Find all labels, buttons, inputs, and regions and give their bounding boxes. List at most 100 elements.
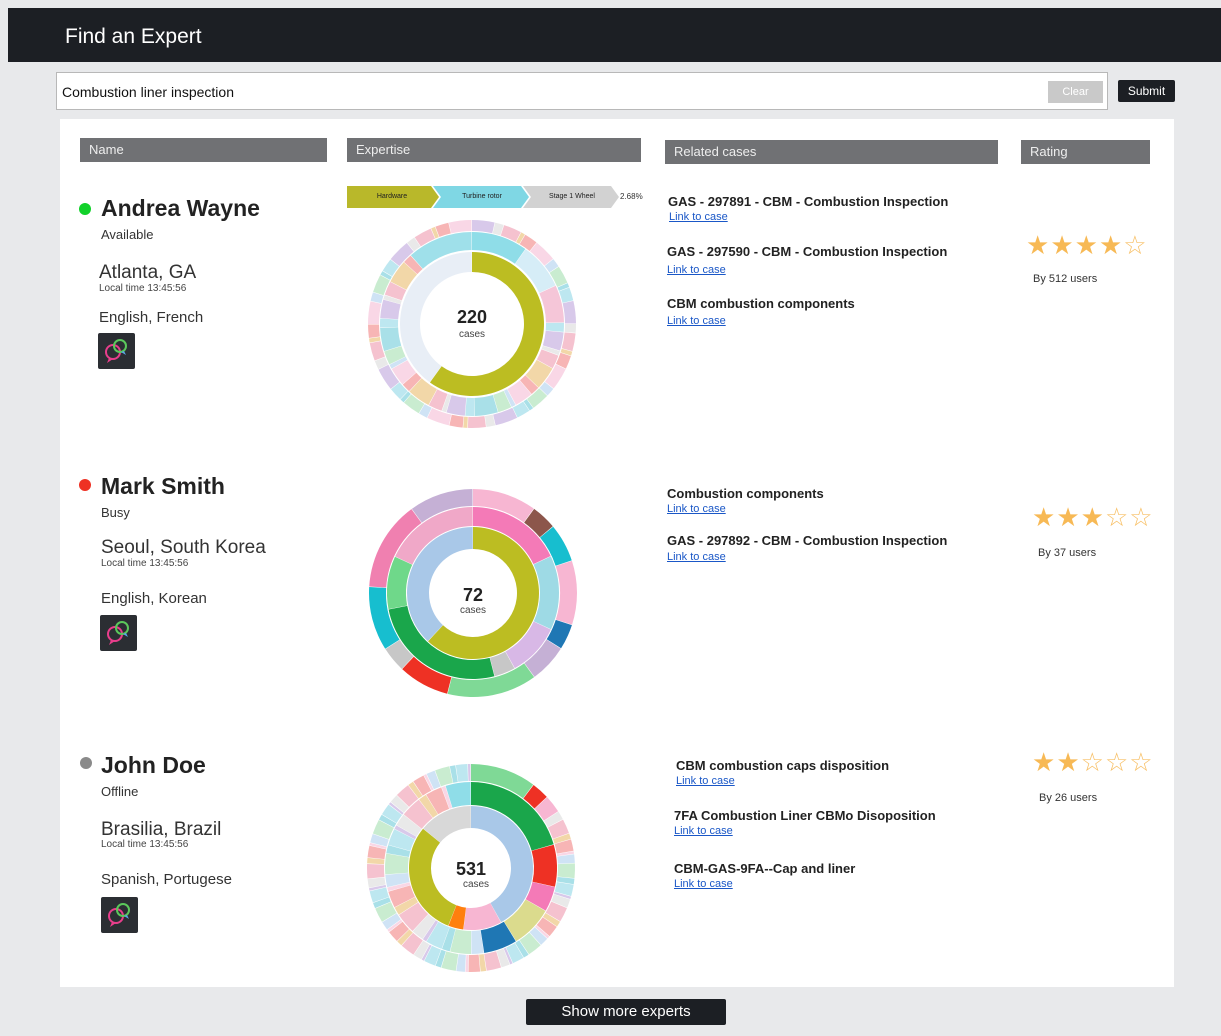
star-filled-icon: ★ <box>1056 502 1081 532</box>
case-link[interactable]: Link to case <box>667 264 726 276</box>
expert-location: Brasilia, Brazil <box>101 819 222 840</box>
related-case-title: CBM-GAS-9FA--Cap and liner <box>674 861 856 876</box>
star-filled-icon: ★ <box>1026 230 1051 260</box>
case-link[interactable]: Link to case <box>667 503 726 515</box>
sunburst-segment[interactable] <box>545 322 564 332</box>
search-input[interactable] <box>62 82 1022 102</box>
case-link[interactable]: Link to case <box>674 878 733 890</box>
star-filled-icon: ★ <box>1074 230 1099 260</box>
rating-stars: ★★★★☆ <box>1026 230 1148 261</box>
sunburst-segment[interactable] <box>448 220 472 234</box>
column-header-name[interactable]: Name <box>80 138 327 162</box>
clear-button[interactable]: Clear <box>1048 81 1103 103</box>
expert-languages: English, Korean <box>101 590 207 607</box>
sunburst-segment[interactable] <box>385 853 409 875</box>
expert-status: Offline <box>101 784 139 799</box>
sunburst-segment[interactable] <box>564 324 576 333</box>
expert-name[interactable]: Andrea Wayne <box>101 195 260 222</box>
case-count: 72 <box>462 585 484 605</box>
expert-languages: Spanish, Portugese <box>101 871 232 888</box>
case-count-label: cases <box>458 329 486 340</box>
app-header: Find an Expert <box>8 8 1221 62</box>
star-filled-icon: ★ <box>1032 502 1057 532</box>
breadcrumb-percent: 2.68% <box>620 192 643 201</box>
expert-local-time: Local time 13:45:56 <box>101 558 189 569</box>
status-dot <box>80 757 92 769</box>
breadcrumb-item[interactable]: Hardware <box>347 186 437 208</box>
column-header-expertise[interactable]: Expertise <box>347 138 641 162</box>
star-empty-icon: ☆ <box>1080 747 1105 777</box>
sunburst-segment[interactable] <box>368 324 380 338</box>
related-case-title: Combustion components <box>667 486 824 501</box>
sunburst-segment[interactable] <box>561 332 576 352</box>
star-empty-icon: ☆ <box>1123 230 1148 260</box>
star-filled-icon: ★ <box>1032 747 1057 777</box>
expert-name[interactable]: Mark Smith <box>101 473 225 500</box>
related-case-title: GAS - 297891 - CBM - Combustion Inspecti… <box>668 194 949 209</box>
chat-icon[interactable] <box>101 897 138 933</box>
star-filled-icon: ★ <box>1056 747 1081 777</box>
status-dot <box>79 479 91 491</box>
expert-location: Atlanta, GA <box>99 262 197 283</box>
star-filled-icon: ★ <box>1050 230 1075 260</box>
sunburst-segment[interactable] <box>455 764 469 782</box>
expert-status: Available <box>101 227 154 242</box>
breadcrumb-item[interactable]: Stage 1 Wheel <box>529 186 615 208</box>
breadcrumb-item[interactable]: Turbine rotor <box>439 186 525 208</box>
star-empty-icon: ☆ <box>1129 502 1154 532</box>
search-bar: Clear <box>56 72 1108 110</box>
status-dot <box>79 203 91 215</box>
sunburst-segment[interactable] <box>449 414 464 428</box>
sunburst-segment[interactable] <box>368 301 382 324</box>
results-panel: Name Expertise Related cases Rating Hard… <box>60 119 1174 987</box>
rating-count: By 26 users <box>1039 792 1098 804</box>
app-title: Find an Expert <box>65 25 202 48</box>
sunburst-segment[interactable] <box>463 416 468 428</box>
expert-status: Busy <box>101 505 130 520</box>
related-case-title: CBM combustion caps disposition <box>676 758 890 773</box>
star-filled-icon: ★ <box>1080 502 1105 532</box>
case-link[interactable]: Link to case <box>667 315 726 327</box>
rating-stars: ★★★☆☆ <box>1032 502 1154 533</box>
sunburst-segment[interactable] <box>531 844 557 887</box>
chat-icon[interactable] <box>100 615 137 651</box>
case-link[interactable]: Link to case <box>676 775 735 787</box>
case-link[interactable]: Link to case <box>667 551 726 563</box>
chat-icon[interactable] <box>98 333 135 369</box>
sunburst-segment[interactable] <box>465 954 469 972</box>
star-empty-icon: ☆ <box>1129 747 1154 777</box>
column-header-rating[interactable]: Rating <box>1021 140 1150 164</box>
expert-languages: English, French <box>99 309 204 326</box>
expert-location: Seoul, South Korea <box>101 537 266 558</box>
star-filled-icon: ★ <box>1098 230 1124 260</box>
sunburst-segment[interactable] <box>468 954 481 972</box>
star-empty-icon: ☆ <box>1104 747 1130 777</box>
sunburst-segment[interactable] <box>467 416 486 428</box>
related-case-title: 7FA Combustion Liner CBMo Disoposition <box>674 808 936 823</box>
sunburst-segment[interactable] <box>467 764 471 782</box>
expert-name[interactable]: John Doe <box>101 752 206 779</box>
related-case-title: GAS - 297892 - CBM - Combustion Inspecti… <box>667 533 948 548</box>
related-case-title: CBM combustion components <box>667 296 855 311</box>
sunburst-segment[interactable] <box>380 318 399 328</box>
case-count: 531 <box>455 859 487 879</box>
expert-local-time: Local time 13:45:56 <box>101 839 189 850</box>
rating-count: By 512 users <box>1033 273 1098 285</box>
sunburst-segment[interactable] <box>465 397 475 416</box>
submit-button[interactable]: Submit <box>1118 80 1175 102</box>
case-count: 220 <box>456 307 488 327</box>
related-case-title: GAS - 297590 - CBM - Combustion Inspecti… <box>667 244 948 259</box>
star-empty-icon: ☆ <box>1104 502 1130 532</box>
case-count-label: cases <box>462 879 490 890</box>
sunburst-segment[interactable] <box>562 300 576 324</box>
rating-stars: ★★☆☆☆ <box>1032 747 1154 778</box>
sunburst-segment[interactable] <box>367 863 385 879</box>
case-link[interactable]: Link to case <box>674 825 733 837</box>
case-link[interactable]: Link to case <box>669 211 728 223</box>
expert-local-time: Local time 13:45:56 <box>99 283 187 294</box>
sunburst-segment[interactable] <box>557 863 575 879</box>
case-count-label: cases <box>459 605 487 616</box>
show-more-experts-button[interactable]: Show more experts <box>526 999 726 1025</box>
sunburst-segment[interactable] <box>472 220 495 234</box>
column-header-related-cases[interactable]: Related cases <box>665 140 998 164</box>
